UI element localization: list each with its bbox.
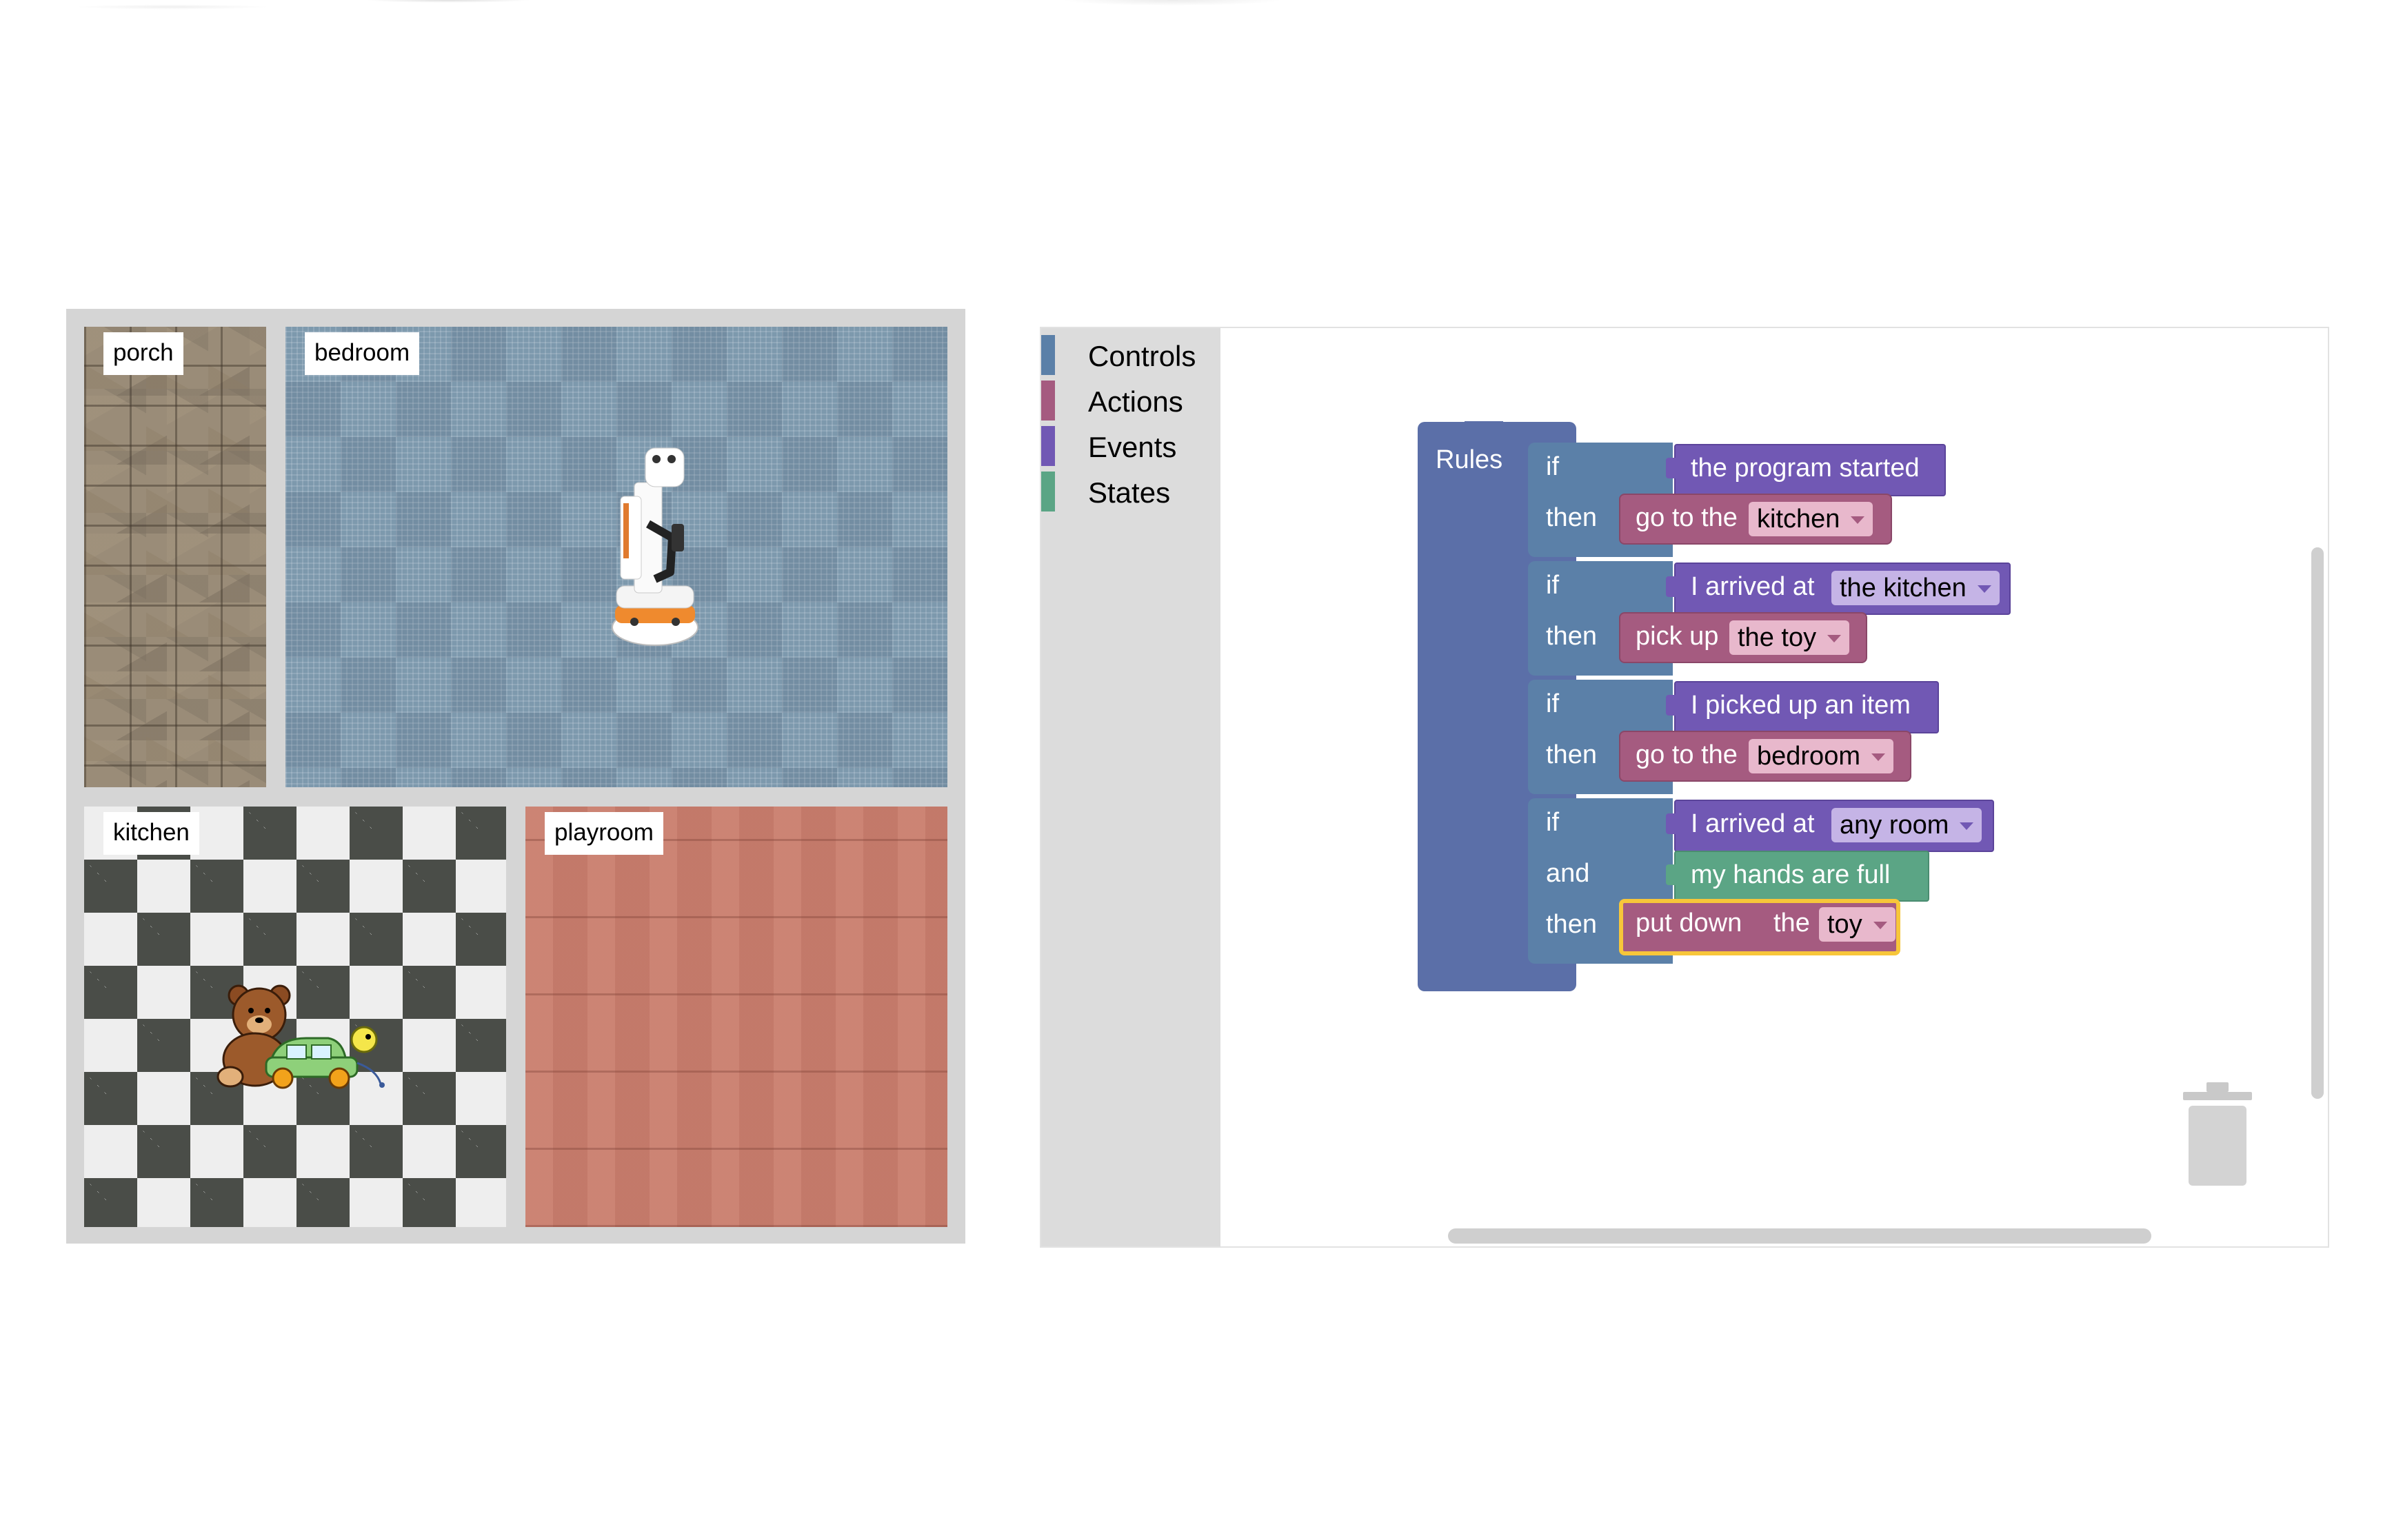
event-text: I arrived at bbox=[1691, 572, 1815, 601]
action-text: pick up bbox=[1636, 622, 1719, 651]
toolbox-category-states[interactable]: States bbox=[1041, 472, 1220, 511]
room-playroom[interactable]: playroom bbox=[525, 807, 947, 1227]
if-keyword: if bbox=[1546, 808, 1559, 837]
and-keyword: and bbox=[1546, 859, 1590, 888]
toolbox-category-controls[interactable]: Controls bbox=[1041, 335, 1220, 375]
dropdown-value: the toy bbox=[1738, 623, 1817, 652]
action-text: go to the bbox=[1636, 503, 1738, 532]
chevron-down-icon bbox=[1871, 753, 1885, 762]
puzzle-tab bbox=[1666, 813, 1677, 834]
event-text: I arrived at bbox=[1691, 809, 1815, 838]
rules-notch bbox=[1465, 421, 1503, 428]
dropdown-value: bedroom bbox=[1757, 742, 1860, 771]
dropdown-value: any room bbox=[1840, 811, 1949, 840]
chevron-down-icon bbox=[1851, 516, 1865, 525]
puzzle-tab bbox=[1666, 864, 1677, 885]
room-label-bedroom: bedroom bbox=[305, 332, 420, 375]
chevron-down-icon bbox=[1960, 822, 1974, 831]
block-editor: Controls Actions Events States Rules if … bbox=[1040, 327, 2329, 1248]
dropdown-value: toy bbox=[1827, 910, 1862, 939]
action-text: put down bbox=[1636, 909, 1742, 938]
then-keyword: then bbox=[1546, 503, 1597, 532]
vertical-scrollbar[interactable] bbox=[2311, 547, 2324, 1099]
room-label-playroom: playroom bbox=[545, 812, 663, 855]
toolbox-category-actions[interactable]: Actions bbox=[1041, 381, 1220, 421]
item-dropdown[interactable]: toy bbox=[1819, 907, 1896, 942]
category-label: Controls bbox=[1088, 340, 1196, 372]
dropdown-value: kitchen bbox=[1757, 505, 1840, 534]
rules-label: Rules bbox=[1436, 445, 1503, 474]
trash-icon[interactable] bbox=[2179, 1080, 2256, 1190]
chevron-down-icon bbox=[1977, 585, 1991, 594]
chevron-down-icon bbox=[1827, 635, 1842, 643]
if-keyword: if bbox=[1546, 452, 1559, 481]
event-block-program-started[interactable]: the program started bbox=[1666, 444, 1946, 496]
toolbox-category-events[interactable]: Events bbox=[1041, 426, 1220, 466]
event-text: the program started bbox=[1691, 454, 1920, 483]
room-label-kitchen: kitchen bbox=[103, 812, 199, 855]
action-text-article: the bbox=[1773, 909, 1810, 938]
action-text: go to the bbox=[1636, 740, 1738, 769]
workspace[interactable]: Rules if then the program started go to … bbox=[1220, 328, 2328, 1246]
house-map: porch bedroom kitchen playroom bbox=[66, 309, 965, 1244]
location-dropdown[interactable]: the kitchen bbox=[1831, 571, 2000, 605]
state-text: my hands are full bbox=[1691, 860, 1891, 889]
actions-color-swatch bbox=[1041, 381, 1055, 421]
event-block-picked-up-item[interactable]: I picked up an item bbox=[1666, 681, 1939, 733]
category-label: States bbox=[1088, 476, 1171, 509]
room-porch[interactable]: porch bbox=[84, 327, 266, 787]
puzzle-tab bbox=[1666, 695, 1677, 716]
events-color-swatch bbox=[1041, 426, 1055, 466]
states-color-swatch bbox=[1041, 472, 1055, 511]
robot-icon bbox=[612, 447, 698, 646]
event-block-arrived-at[interactable]: I arrived at the kitchen bbox=[1666, 563, 2011, 615]
room-dropdown[interactable]: bedroom bbox=[1749, 739, 1893, 773]
if-keyword: if bbox=[1546, 689, 1559, 718]
category-label: Actions bbox=[1088, 385, 1183, 418]
location-dropdown[interactable]: any room bbox=[1831, 808, 1982, 842]
action-block-go-to[interactable]: go to the bedroom bbox=[1619, 731, 1911, 782]
event-block-arrived-at[interactable]: I arrived at any room bbox=[1666, 800, 1994, 852]
then-keyword: then bbox=[1546, 740, 1597, 769]
category-label: Events bbox=[1088, 431, 1177, 463]
horizontal-scrollbar[interactable] bbox=[1448, 1228, 2151, 1244]
action-block-put-down-selected[interactable]: put down the toy bbox=[1619, 899, 1900, 955]
puzzle-tab bbox=[1666, 576, 1677, 597]
then-keyword: then bbox=[1546, 622, 1597, 651]
item-dropdown[interactable]: the toy bbox=[1729, 620, 1850, 655]
dropdown-value: the kitchen bbox=[1840, 574, 1967, 602]
if-keyword: if bbox=[1546, 571, 1559, 600]
toys-icon bbox=[217, 984, 385, 1089]
controls-color-swatch bbox=[1041, 335, 1055, 375]
action-block-go-to[interactable]: go to the kitchen bbox=[1619, 494, 1892, 545]
event-text: I picked up an item bbox=[1691, 691, 1911, 720]
then-keyword: then bbox=[1546, 910, 1597, 939]
action-block-pick-up[interactable]: pick up the toy bbox=[1619, 612, 1867, 663]
state-block-hands-full[interactable]: my hands are full bbox=[1666, 851, 1929, 902]
room-label-porch: porch bbox=[103, 332, 183, 375]
room-dropdown[interactable]: kitchen bbox=[1749, 502, 1873, 536]
top-edge-artifact bbox=[0, 0, 2383, 62]
puzzle-tab bbox=[1666, 458, 1677, 478]
toolbox: Controls Actions Events States bbox=[1041, 328, 1220, 1246]
chevron-down-icon bbox=[1873, 922, 1887, 930]
